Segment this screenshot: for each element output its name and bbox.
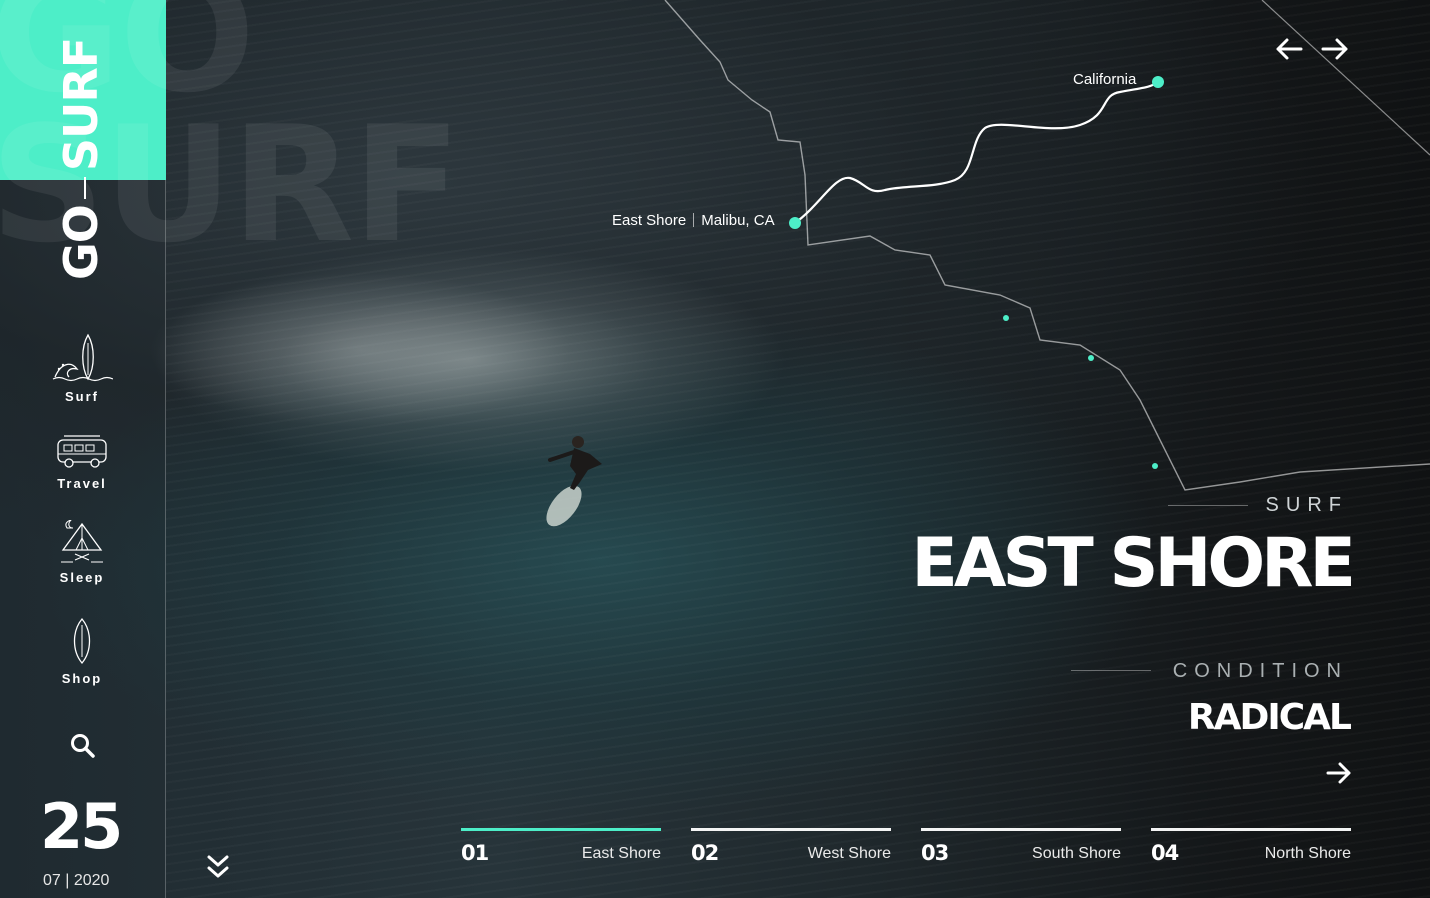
tent-campfire-icon — [61, 520, 103, 563]
logo-separator — [83, 177, 86, 200]
previous-arrow-icon[interactable] — [1274, 37, 1304, 61]
surfboard-icon — [73, 617, 91, 665]
search-icon[interactable] — [68, 731, 96, 759]
tab-number: 04 — [1151, 841, 1179, 865]
condition-value: RADICAL — [1187, 697, 1352, 738]
tab-number: 03 — [921, 841, 949, 865]
tab-label: South Shore — [1032, 845, 1121, 862]
tab-south-shore[interactable]: 03 South Shore — [921, 828, 1121, 868]
eyebrow-divider — [1168, 505, 1248, 506]
surfboard-wave-icon — [52, 333, 113, 382]
logo-word-go: GO — [54, 205, 108, 280]
tab-label: North Shore — [1264, 845, 1351, 862]
map-location-label[interactable]: East Shore Malibu, CA — [612, 212, 775, 230]
map-region-label: California — [1073, 71, 1137, 88]
logo[interactable]: GO SURF — [54, 0, 108, 280]
tab-east-shore[interactable]: 01 East Shore — [461, 828, 661, 868]
date-year: 2020 — [73, 872, 110, 889]
surfer-figure — [546, 436, 602, 527]
chevron-double-down-icon[interactable] — [205, 853, 231, 883]
tab-west-shore[interactable]: 02 West Shore — [691, 828, 891, 868]
arrow-right-icon[interactable] — [1325, 761, 1353, 785]
tab-north-shore[interactable]: 04 North Shore — [1151, 828, 1351, 868]
page-title: EAST SHORE — [911, 524, 1356, 603]
tab-label: West Shore — [807, 845, 891, 862]
sidebar-item-surf[interactable]: Surf — [30, 333, 134, 404]
tab-number: 01 — [461, 841, 489, 865]
location-place: Malibu, CA — [701, 212, 775, 229]
sidebar-item-shop[interactable]: Shop — [30, 617, 134, 686]
tab-label: East Shore — [581, 845, 661, 862]
location-name: East Shore — [612, 212, 687, 229]
sidebar-item-label: Travel — [57, 476, 107, 491]
date-day: 25 — [40, 790, 123, 863]
date-month-year: 07 | 2020 — [43, 871, 109, 891]
label-divider — [693, 213, 695, 227]
date-month: 07 — [43, 872, 61, 889]
sidebar-item-label: Surf — [65, 389, 99, 404]
van-icon — [57, 435, 107, 468]
sidebar-item-label: Shop — [61, 671, 103, 686]
sidebar-item-sleep[interactable]: Sleep — [30, 520, 134, 585]
background-photo — [0, 0, 1430, 898]
hero-eyebrow: SURF — [1265, 494, 1348, 516]
sidebar-item-label: Sleep — [59, 570, 105, 585]
sidebar: GO SURF GO SURF Surf Travel — [0, 0, 462, 898]
condition-divider — [1071, 670, 1151, 671]
date-separator: | — [65, 872, 70, 889]
sidebar-item-travel[interactable]: Travel — [30, 432, 134, 491]
logo-word-surf: SURF — [54, 37, 108, 172]
next-arrow-icon[interactable] — [1320, 37, 1350, 61]
condition-label: CONDITION — [1172, 660, 1348, 682]
tab-number: 02 — [691, 841, 719, 865]
